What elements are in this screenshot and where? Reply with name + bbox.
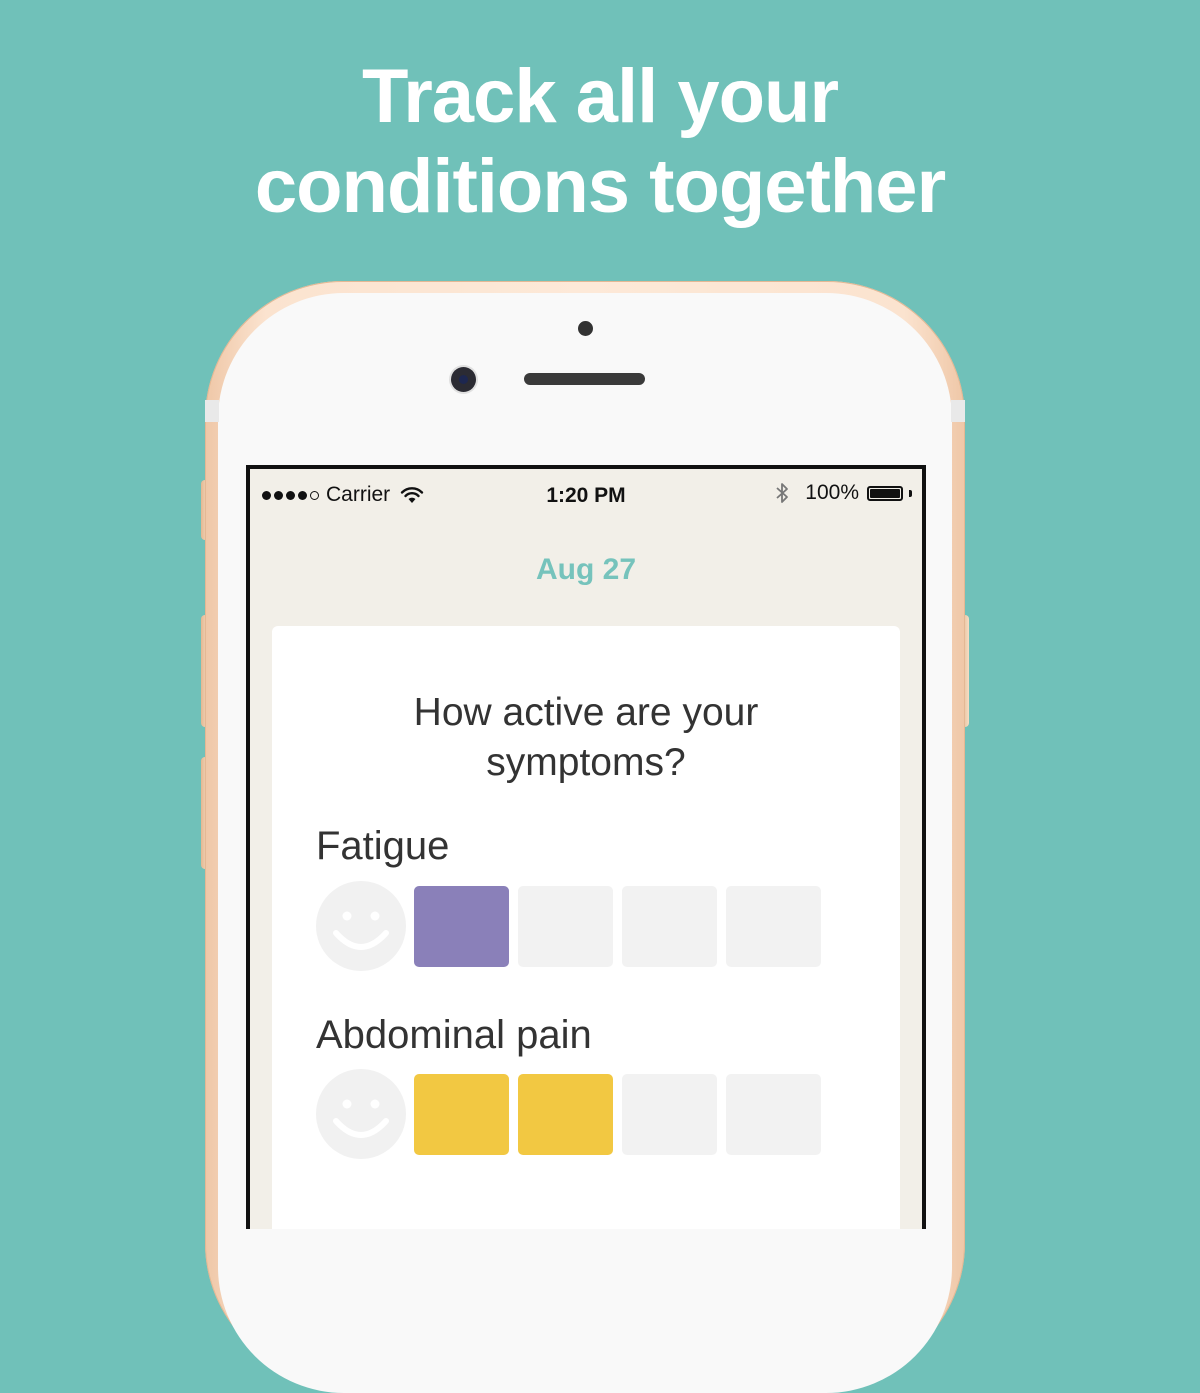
battery-icon (867, 485, 903, 501)
symptom-name-fatigue: Fatigue (316, 824, 450, 868)
battery-tip (909, 489, 912, 497)
phone-screen: Carrier 1:20 PM 100% Aug 27 How active a… (246, 465, 926, 1229)
status-right: 100% (775, 481, 912, 505)
severity-level-3[interactable] (622, 885, 717, 967)
headline-line-1: Track all your (361, 54, 839, 139)
date-title[interactable]: Aug 27 (250, 553, 922, 587)
battery-fill (870, 488, 900, 498)
battery-percentage: 100% (805, 481, 859, 504)
symptom-name-abdominal-pain: Abdominal pain (316, 1013, 592, 1057)
rating-row-abdominal-pain (316, 1069, 830, 1159)
antenna-line-right (951, 400, 965, 422)
bluetooth-icon (776, 483, 789, 503)
smiley-icon[interactable] (316, 1069, 406, 1159)
severity-level-1[interactable] (414, 885, 509, 967)
severity-level-4[interactable] (726, 1073, 821, 1155)
earpiece-speaker (524, 373, 645, 385)
symptom-card: How active are your symptoms? Fatigue Ab… (272, 626, 900, 1229)
antenna-line-left (205, 400, 219, 422)
front-camera (451, 367, 476, 392)
headline-line-2: conditions together (254, 144, 946, 229)
question-line-2: symptoms? (486, 741, 686, 784)
severity-level-2[interactable] (518, 1073, 613, 1155)
status-bar: Carrier 1:20 PM 100% (250, 469, 922, 519)
severity-level-3[interactable] (622, 1073, 717, 1155)
rating-row-fatigue (316, 881, 830, 971)
question-title: How active are your symptoms? (272, 688, 900, 788)
question-line-1: How active are your (413, 691, 759, 734)
severity-level-2[interactable] (518, 885, 613, 967)
severity-level-1[interactable] (414, 1073, 509, 1155)
headline: Track all your conditions together (0, 52, 1200, 232)
severity-level-4[interactable] (726, 885, 821, 967)
proximity-sensor (578, 321, 593, 336)
smiley-icon[interactable] (316, 881, 406, 971)
